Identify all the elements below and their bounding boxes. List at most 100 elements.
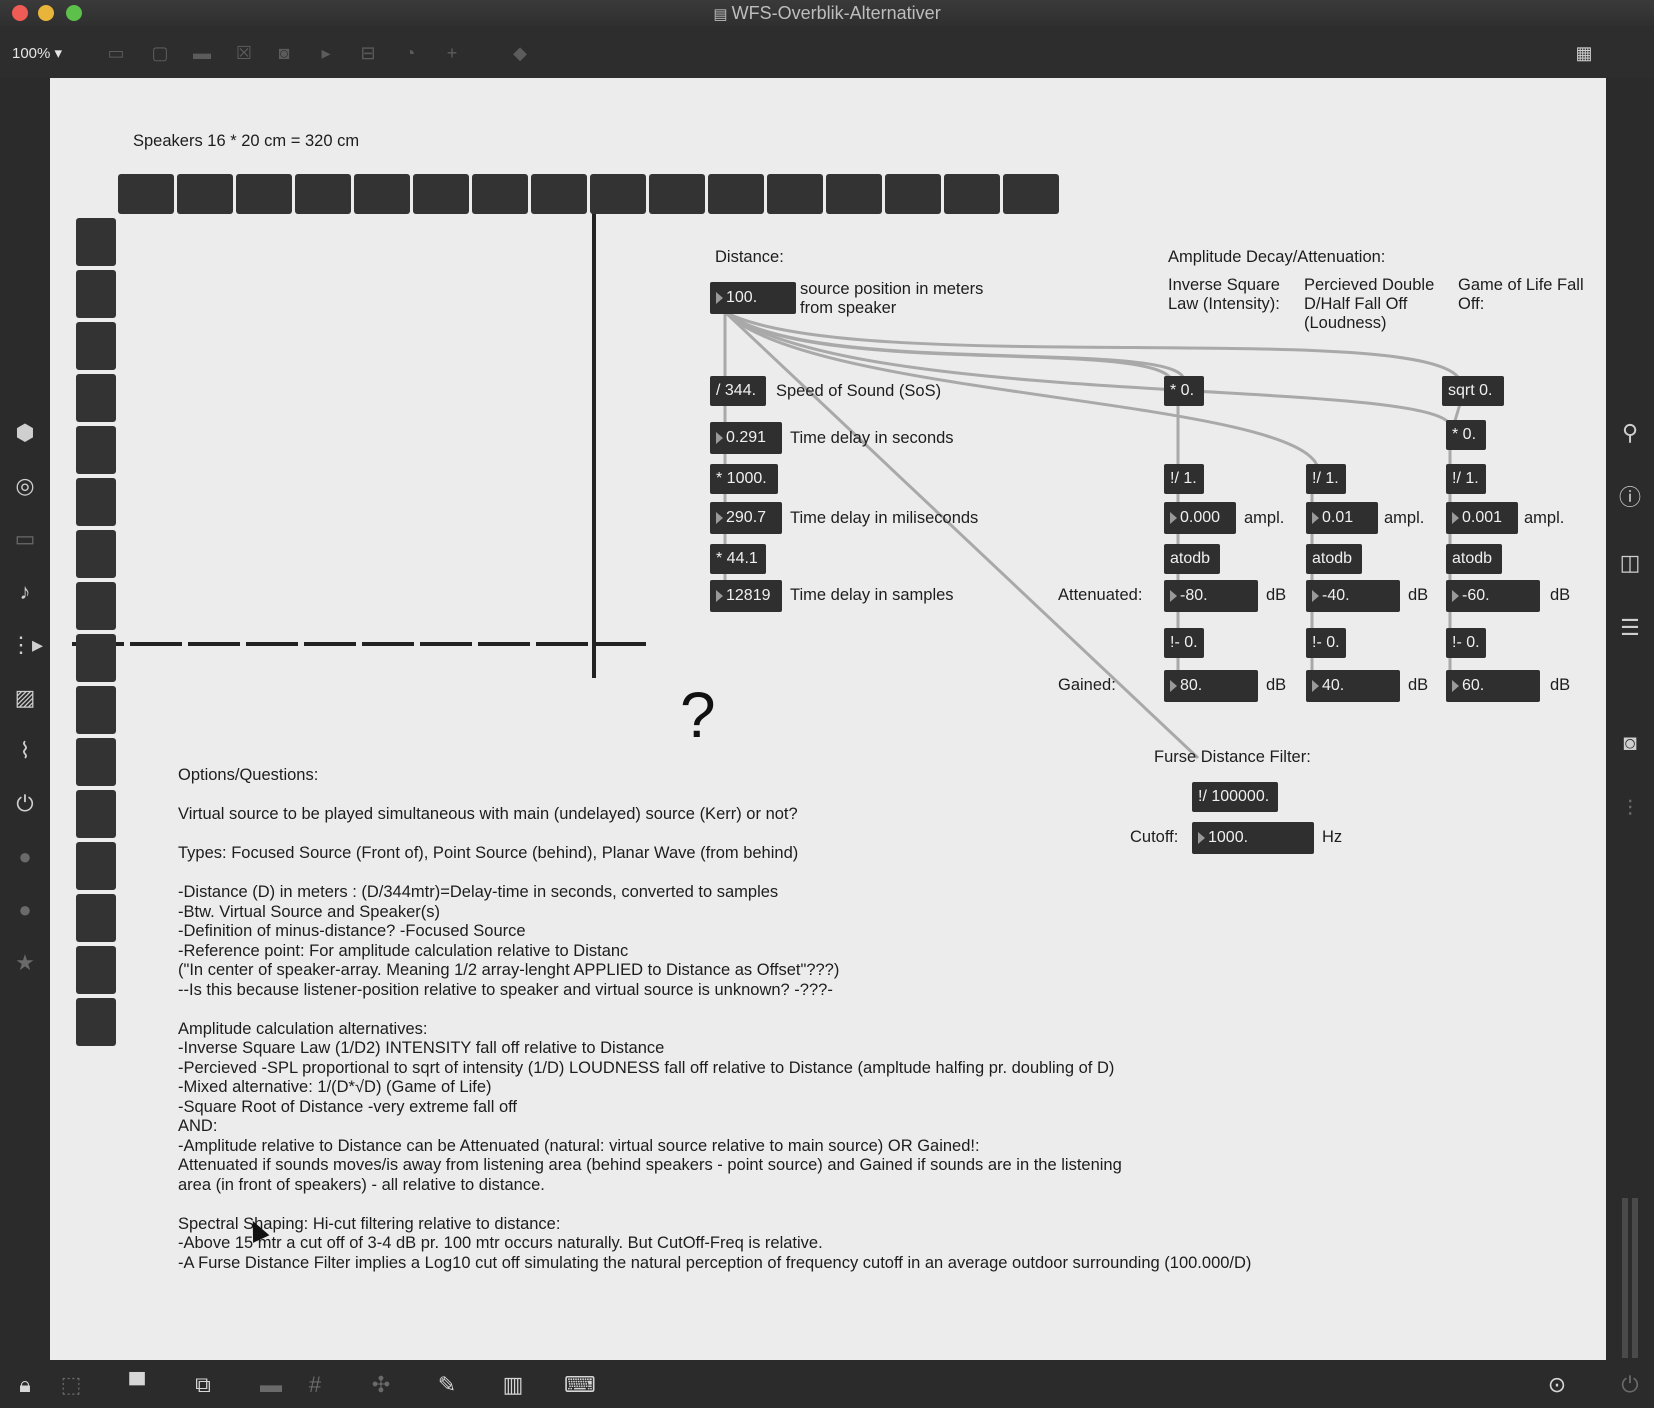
- speaker: [76, 530, 116, 578]
- wrench-icon[interactable]: ✎: [432, 1372, 462, 1398]
- delay-ms-number-box[interactable]: 290.7: [710, 502, 782, 534]
- image-icon[interactable]: ▨: [10, 683, 40, 713]
- piano-icon[interactable]: ▥: [498, 1372, 528, 1398]
- snapshot-icon[interactable]: ◙: [1615, 728, 1645, 758]
- dial-icon[interactable]: ◔: [398, 42, 422, 64]
- search-icon[interactable]: ⚲: [1615, 418, 1645, 448]
- db-label: dB: [1550, 676, 1571, 694]
- atodb-object-col2[interactable]: atodb: [1306, 544, 1362, 574]
- gained-number-box-col1[interactable]: 80.: [1164, 670, 1258, 702]
- comment-line: -Amplitude relative to Distance can be A…: [178, 1136, 980, 1155]
- comment-line: -Definition of minus-distance? -Focused …: [178, 922, 526, 940]
- speaker: [76, 322, 116, 370]
- playlist-icon[interactable]: ⋮▸: [10, 630, 43, 660]
- comment-line: -Percieved -SPL proportional to sqrt of …: [178, 1058, 1115, 1077]
- reciprocal-object-col3[interactable]: !/ 1.: [1446, 464, 1486, 494]
- attenuated-number-box-col1[interactable]: -80.: [1164, 580, 1258, 612]
- comment-line: ("In center of speaker-array. Meaning 1/…: [178, 961, 840, 979]
- multiply-object-col3[interactable]: * 0.: [1446, 420, 1486, 450]
- db-label: dB: [1266, 676, 1287, 694]
- window-icon[interactable]: ⧉: [188, 1372, 218, 1398]
- columns-icon[interactable]: ◫: [1615, 548, 1645, 578]
- comment-line: Options/Questions:: [178, 766, 319, 784]
- slider-icon[interactable]: ⊟: [356, 42, 380, 64]
- grid-icon[interactable]: #: [300, 1372, 330, 1398]
- debug-icon[interactable]: ▬: [256, 1372, 286, 1398]
- keyboard-icon[interactable]: ⌨: [564, 1372, 596, 1398]
- comment-line: -Square Root of Distance -very extreme f…: [178, 1097, 518, 1116]
- power-icon[interactable]: ⏻: [1615, 1372, 1645, 1398]
- grid-icon[interactable]: ▦: [1572, 42, 1596, 64]
- attenuated-number-box-col3[interactable]: -60.: [1446, 580, 1540, 612]
- plugin-icon[interactable]: ⏻: [10, 789, 40, 819]
- zoom-select[interactable]: 100% ▾: [12, 44, 62, 62]
- distance-number-box[interactable]: 100.: [710, 282, 796, 314]
- title-bar: ▤ WFS-Overblik-Alternativer: [0, 0, 1654, 26]
- media-icon[interactable]: ▭: [10, 524, 40, 554]
- distance-label: Distance:: [715, 248, 784, 266]
- message-icon[interactable]: ▢: [148, 42, 172, 64]
- star-icon[interactable]: ★: [10, 948, 40, 978]
- gained-label: Gained:: [1058, 676, 1116, 694]
- sqrt-object[interactable]: sqrt 0.: [1442, 376, 1504, 406]
- inverse-square-title-line2: Law (Intensity):: [1168, 295, 1280, 313]
- multiply-object-col1[interactable]: * 0.: [1164, 376, 1204, 406]
- speaker: [76, 374, 116, 422]
- toggle-icon[interactable]: ☒: [232, 42, 256, 64]
- button-icon[interactable]: ◙: [272, 42, 296, 64]
- reciprocal-object-col1[interactable]: !/ 1.: [1164, 464, 1204, 494]
- snap-icon[interactable]: ✣: [366, 1372, 396, 1398]
- close-window-button[interactable]: [12, 5, 28, 21]
- list-icon[interactable]: ☰: [1615, 613, 1645, 643]
- reciprocal-object-col2[interactable]: !/ 1.: [1306, 464, 1346, 494]
- amplitude-number-box-col1[interactable]: 0.000: [1164, 502, 1236, 534]
- add-icon[interactable]: +: [440, 42, 464, 64]
- reverse-subtract-object-col1[interactable]: !- 0.: [1164, 628, 1204, 658]
- atodb-object-col3[interactable]: atodb: [1446, 544, 1502, 574]
- comment-line: AND:: [178, 1117, 218, 1135]
- cube-icon[interactable]: ⬢: [10, 418, 40, 448]
- target-icon[interactable]: ◎: [10, 471, 40, 501]
- patcher-canvas[interactable]: Speakers 16 * 20 cm = 320 cm ? Distance:…: [50, 78, 1606, 1360]
- amplitude-number-box-col3[interactable]: 0.001: [1446, 502, 1518, 534]
- paint-bucket-icon[interactable]: ◆: [508, 42, 532, 64]
- db-label: dB: [1408, 676, 1429, 694]
- gained-number-box-col3[interactable]: 60.: [1446, 670, 1540, 702]
- db-label: dB: [1266, 586, 1287, 604]
- attenuated-number-box-col2[interactable]: -40.: [1306, 580, 1400, 612]
- gained-number-box-col2[interactable]: 40.: [1306, 670, 1400, 702]
- atodb-object-col1[interactable]: atodb: [1164, 544, 1220, 574]
- amplitude-number-box-col2[interactable]: 0.01: [1306, 502, 1378, 534]
- divide-sos-object[interactable]: / 344.: [710, 376, 766, 406]
- paperclip-icon[interactable]: ⌇: [10, 736, 40, 766]
- speaker: [767, 174, 823, 214]
- speaker: [76, 582, 116, 630]
- speaker: [944, 174, 1000, 214]
- vst-icon[interactable]: ●: [10, 842, 40, 872]
- reverse-subtract-object-col3[interactable]: !- 0.: [1446, 628, 1486, 658]
- lock-icon[interactable]: 🔒︎: [10, 1372, 40, 1398]
- presentation-icon[interactable]: ▀: [122, 1372, 152, 1398]
- attenuated-label: Attenuated:: [1058, 586, 1143, 604]
- info-icon[interactable]: ⓘ: [1615, 483, 1645, 513]
- bpatcher-icon[interactable]: ●: [10, 895, 40, 925]
- delay-samples-number-box[interactable]: 12819: [710, 580, 782, 612]
- comment-line: [178, 864, 1251, 884]
- db-label: dB: [1408, 586, 1429, 604]
- delay-seconds-number-box[interactable]: 0.291: [710, 422, 782, 454]
- level-meter-icon: [1632, 1198, 1638, 1358]
- minimize-window-button[interactable]: [38, 5, 54, 21]
- transport-icon[interactable]: ⊙: [1542, 1372, 1572, 1398]
- music-note-icon[interactable]: ♪: [10, 577, 40, 607]
- reverse-subtract-object-col2[interactable]: !- 0.: [1306, 628, 1346, 658]
- multiply-44-1-object[interactable]: * 44.1: [710, 544, 766, 574]
- mixer-icon[interactable]: ⫶: [1615, 794, 1645, 824]
- presentation-icon[interactable]: ▭: [104, 42, 128, 64]
- zoom-window-button[interactable]: [66, 5, 82, 21]
- comment-line: -Reference point: For amplitude calculat…: [178, 941, 629, 960]
- comment-icon[interactable]: ▬: [190, 42, 214, 64]
- ampl-label-col3: ampl.: [1524, 509, 1565, 527]
- playbar-icon[interactable]: ▸: [314, 42, 338, 64]
- edit-mode-icon[interactable]: ⬚: [56, 1372, 86, 1398]
- multiply-1000-object[interactable]: * 1000.: [710, 464, 778, 494]
